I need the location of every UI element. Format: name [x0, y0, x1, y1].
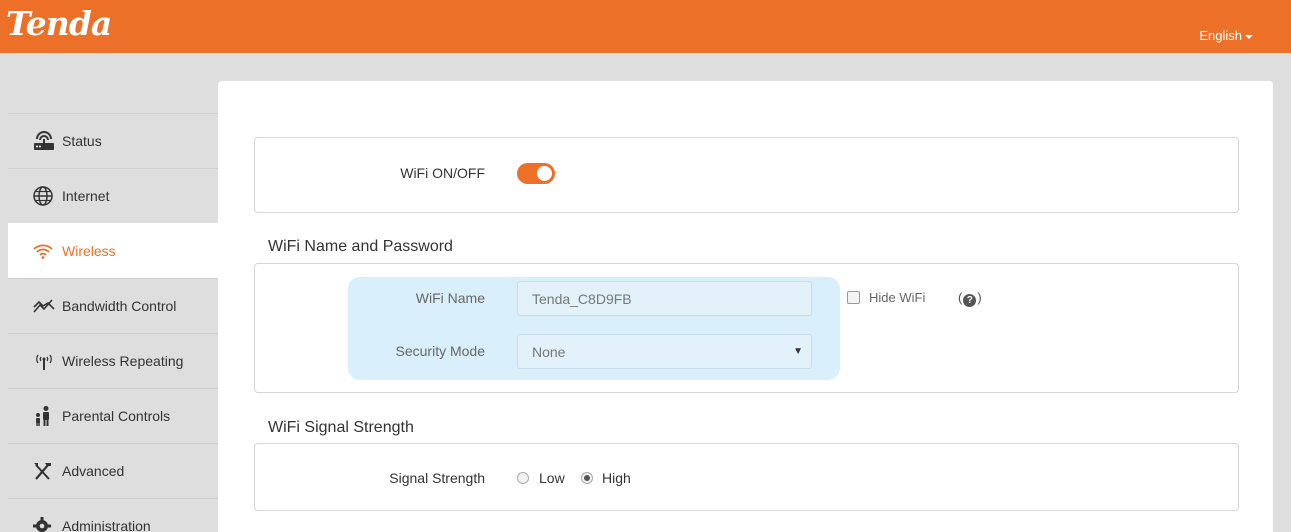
sidebar-item-label: Advanced [62, 463, 125, 479]
sidebar: Status Internet Wireless Bandwidth Contr… [8, 113, 218, 532]
sidebar-item-wireless-repeating[interactable]: Wireless Repeating [8, 333, 218, 388]
signal-low-radio[interactable] [517, 472, 529, 484]
antenna-icon [32, 351, 62, 371]
top-bar: Tenda English [0, 0, 1291, 53]
dropdown-arrow-icon: ▼ [793, 346, 803, 357]
main-content: WiFi ON/OFF WiFi Name and Password WiFi … [218, 81, 1273, 532]
sidebar-item-administration[interactable]: Administration [8, 498, 218, 532]
tenda-logo: Tenda [6, 4, 112, 43]
bandwidth-icon [32, 297, 62, 315]
sidebar-item-advanced[interactable]: Advanced [8, 443, 218, 498]
hide-wifi-label: Hide WiFi [869, 290, 926, 305]
sidebar-item-label: Wireless [62, 243, 116, 259]
sidebar-item-status[interactable]: Status [8, 113, 218, 168]
sidebar-item-parental-controls[interactable]: Parental Controls [8, 388, 218, 443]
question-icon: ? [963, 294, 977, 307]
signal-high-label: High [602, 470, 631, 486]
signal-low-label: Low [539, 470, 565, 486]
help-suffix: ) [977, 290, 982, 305]
wifi-icon [32, 242, 62, 260]
tools-icon [32, 461, 62, 481]
sidebar-item-label: Status [62, 133, 102, 149]
sidebar-item-label: Internet [62, 188, 110, 204]
wifi-signal-strength-title: WiFi Signal Strength [268, 419, 414, 436]
router-icon [32, 131, 62, 151]
family-icon [32, 405, 62, 427]
wifi-on-off-label: WiFi ON/OFF [400, 165, 485, 181]
security-mode-value: None [532, 343, 566, 360]
sidebar-item-internet[interactable]: Internet [8, 168, 218, 223]
wifi-name-label: WiFi Name [415, 290, 485, 306]
globe-icon [32, 185, 62, 207]
help-prefix: ( [958, 290, 963, 305]
language-selector[interactable]: English [1199, 28, 1253, 43]
sidebar-item-label: Wireless Repeating [62, 353, 184, 369]
language-label: English [1199, 28, 1242, 43]
hide-wifi-checkbox[interactable] [847, 291, 860, 304]
signal-strength-label: Signal Strength [389, 470, 485, 486]
wifi-switch-panel: WiFi ON/OFF [254, 137, 1239, 213]
sidebar-item-label: Administration [62, 518, 151, 532]
wifi-on-off-toggle[interactable] [517, 163, 555, 184]
gear-icon [32, 516, 62, 532]
sidebar-item-wireless[interactable]: Wireless [8, 223, 218, 278]
hide-wifi-help[interactable]: (?) [958, 290, 982, 307]
sidebar-item-bandwidth-control[interactable]: Bandwidth Control [8, 278, 218, 333]
security-mode-select[interactable]: None ▼ [517, 334, 812, 369]
wifi-name-password-panel: WiFi Name Tenda_C8D9FB Hide WiFi (?) Sec… [254, 263, 1239, 393]
sidebar-item-label: Bandwidth Control [62, 298, 177, 314]
signal-high-radio[interactable] [581, 472, 593, 484]
toggle-knob [537, 166, 552, 181]
wifi-name-input[interactable]: Tenda_C8D9FB [517, 281, 812, 316]
caret-down-icon [1245, 34, 1253, 39]
sidebar-item-label: Parental Controls [62, 408, 171, 424]
wifi-name-password-title: WiFi Name and Password [268, 238, 453, 255]
security-mode-label: Security Mode [395, 343, 485, 359]
signal-strength-panel: Signal Strength Low High [254, 443, 1239, 511]
